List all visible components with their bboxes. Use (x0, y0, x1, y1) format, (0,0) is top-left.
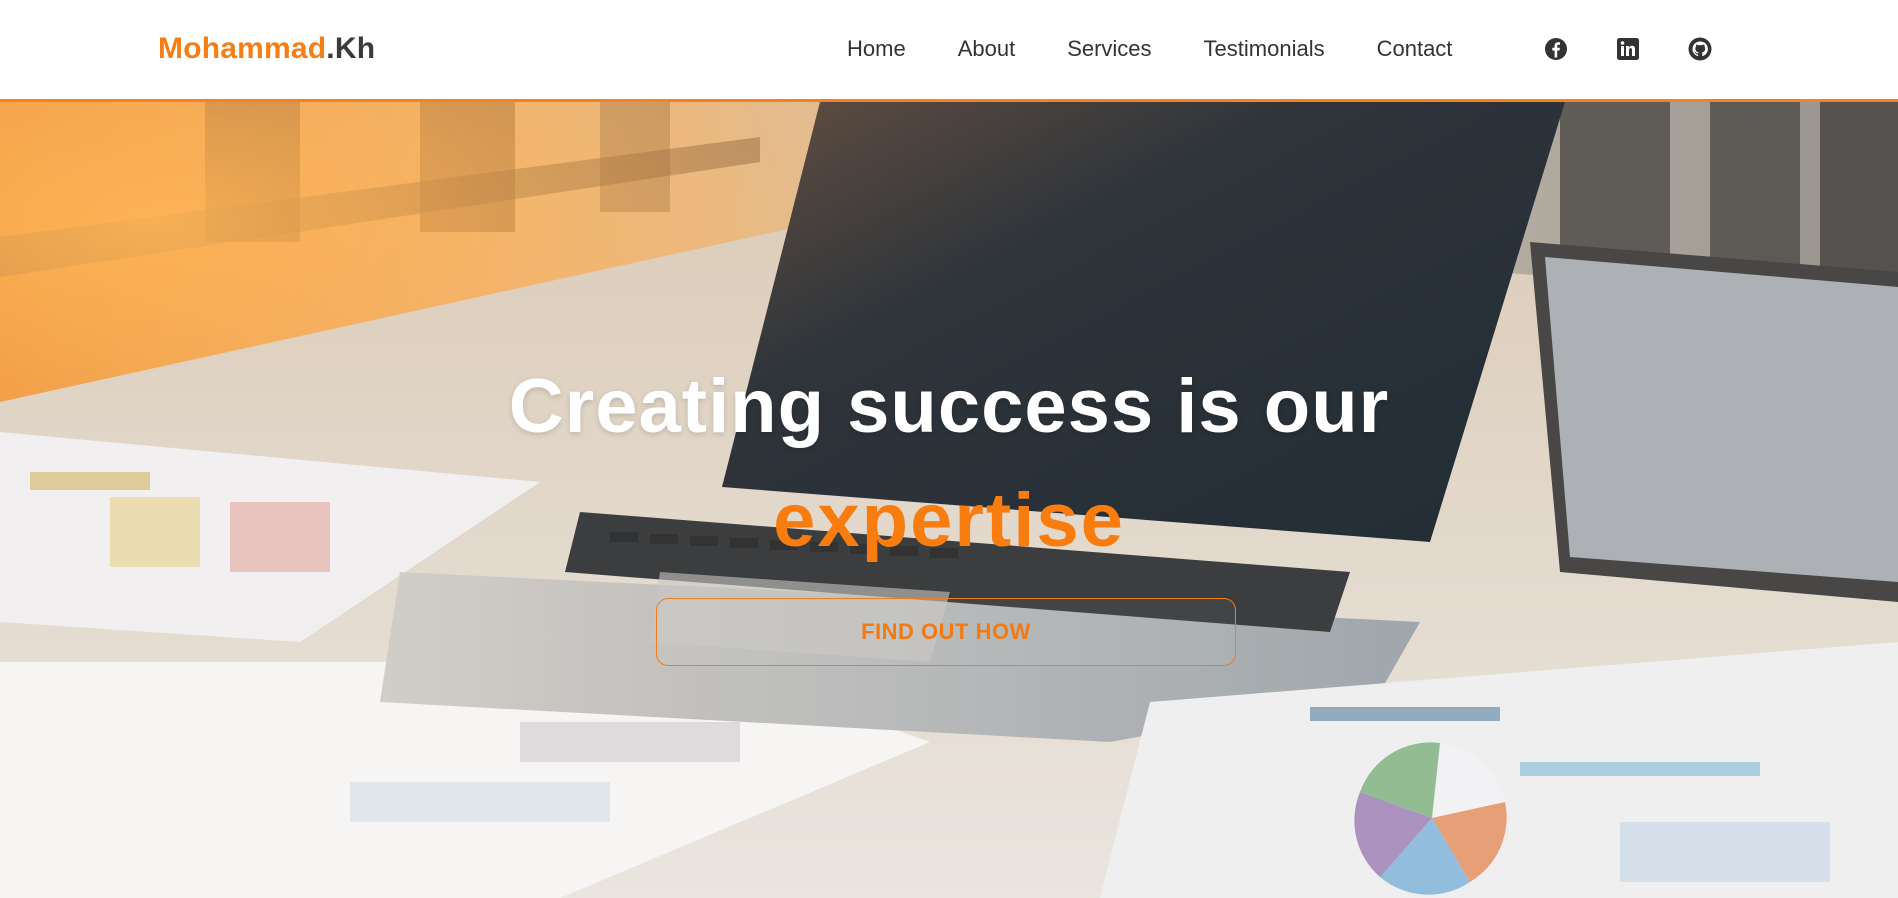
hero-title-accent: expertise (773, 478, 1125, 563)
hero-section: Creating success is our expertise FIND O… (0, 102, 1898, 898)
brand-first: Mohammad (158, 32, 327, 65)
hero-title: Creating success is our (508, 364, 1390, 449)
nav-link-contact[interactable]: Contact (1377, 36, 1453, 62)
github-icon (1688, 37, 1712, 61)
linkedin-link[interactable] (1615, 36, 1641, 62)
nav-link-home[interactable]: Home (847, 36, 906, 62)
nav-link-testimonials[interactable]: Testimonials (1204, 36, 1325, 62)
navbar: Mohammad.Kh Home About Services Testimon… (0, 0, 1898, 102)
linkedin-icon (1617, 38, 1639, 60)
github-link[interactable] (1687, 36, 1713, 62)
facebook-icon (1545, 38, 1567, 60)
facebook-link[interactable] (1543, 36, 1569, 62)
brand-logo[interactable]: Mohammad.Kh (158, 32, 375, 66)
find-out-how-button[interactable]: FIND OUT HOW (656, 598, 1236, 666)
nav-link-services[interactable]: Services (1067, 36, 1151, 62)
social-links (1543, 36, 1759, 62)
nav-link-about[interactable]: About (958, 36, 1016, 62)
brand-second: .Kh (326, 32, 376, 65)
nav-links: Home About Services Testimonials Contact (847, 36, 1504, 62)
